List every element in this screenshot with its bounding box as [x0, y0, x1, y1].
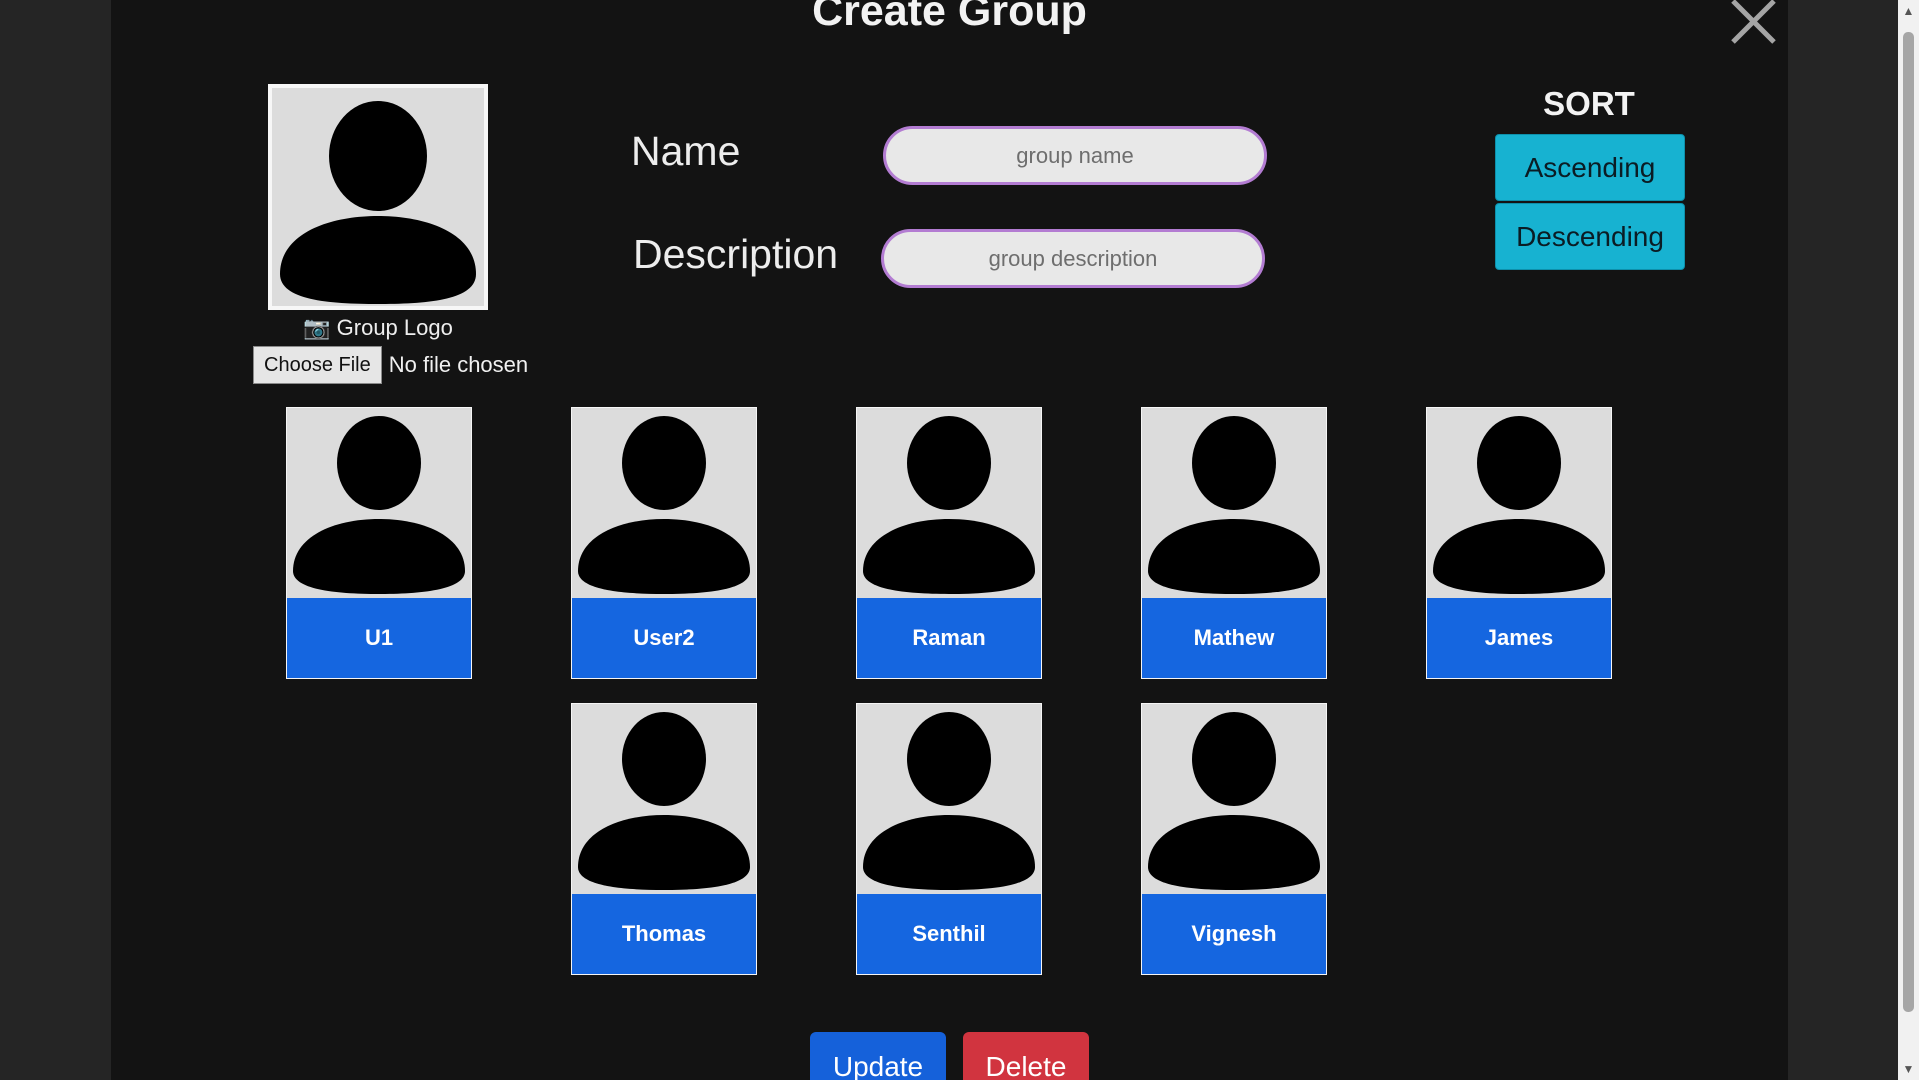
member-avatar — [857, 408, 1041, 598]
member-name: User2 — [633, 625, 695, 650]
member-avatar — [572, 408, 756, 598]
choose-file-button[interactable]: Choose File — [253, 346, 382, 384]
member-name: Raman — [912, 625, 986, 650]
sort-ascending-button[interactable]: Ascending — [1495, 134, 1685, 201]
member-name: Thomas — [621, 921, 707, 946]
modal-title: Create Group — [812, 0, 1087, 35]
description-label: Description — [633, 231, 839, 277]
scroll-up-icon[interactable]: ▲ — [1898, 0, 1919, 22]
member-avatar — [857, 704, 1041, 894]
file-status-text: No file chosen — [388, 352, 529, 377]
file-upload: Choose File No file chosen — [253, 345, 528, 385]
member-name: U1 — [364, 625, 394, 650]
create-group-modal: Create Group 📷 Group Logo Choose File No… — [111, 0, 1788, 1080]
group-logo-caption: 📷 Group Logo — [303, 315, 453, 340]
scrollbar-thumb[interactable] — [1903, 32, 1914, 1012]
group-description-input[interactable] — [881, 229, 1265, 288]
person-silhouette-icon — [863, 712, 1035, 890]
close-icon — [1731, 0, 1776, 44]
member-card[interactable]: U1 — [286, 407, 472, 679]
member-avatar — [287, 408, 471, 598]
update-button[interactable]: Update — [810, 1032, 946, 1080]
scrollbar[interactable]: ▲ ▼ — [1898, 0, 1919, 1080]
person-silhouette-icon — [293, 416, 465, 594]
member-card[interactable]: User2 — [571, 407, 757, 679]
group-logo-image — [268, 84, 488, 310]
member-name: Mathew — [1193, 625, 1275, 650]
person-silhouette-icon — [1433, 416, 1605, 594]
member-avatar — [1142, 704, 1326, 894]
person-silhouette-icon — [578, 712, 750, 890]
scroll-down-icon[interactable]: ▼ — [1898, 1058, 1919, 1080]
person-silhouette-icon — [578, 416, 750, 594]
member-card[interactable]: Vignesh — [1141, 703, 1327, 975]
member-avatar — [1427, 408, 1611, 598]
member-name: Senthil — [912, 921, 986, 946]
member-avatar — [1142, 408, 1326, 598]
member-name: Vignesh — [1191, 921, 1277, 946]
sort-heading: SORT — [1543, 85, 1635, 122]
person-silhouette-icon — [1148, 712, 1320, 890]
member-card[interactable]: Raman — [856, 407, 1042, 679]
close-button[interactable] — [1729, 0, 1779, 44]
member-card[interactable]: Mathew — [1141, 407, 1327, 679]
member-name: James — [1484, 625, 1554, 650]
group-name-input[interactable] — [883, 126, 1267, 185]
person-silhouette-icon — [863, 416, 1035, 594]
member-card[interactable]: James — [1426, 407, 1612, 679]
member-card[interactable]: Senthil — [856, 703, 1042, 975]
member-card[interactable]: Thomas — [571, 703, 757, 975]
name-label: Name — [631, 128, 741, 174]
person-silhouette-icon — [280, 101, 476, 304]
member-avatar — [572, 704, 756, 894]
delete-button[interactable]: Delete — [963, 1032, 1089, 1080]
person-silhouette-icon — [1148, 416, 1320, 594]
sort-descending-button[interactable]: Descending — [1495, 203, 1685, 270]
